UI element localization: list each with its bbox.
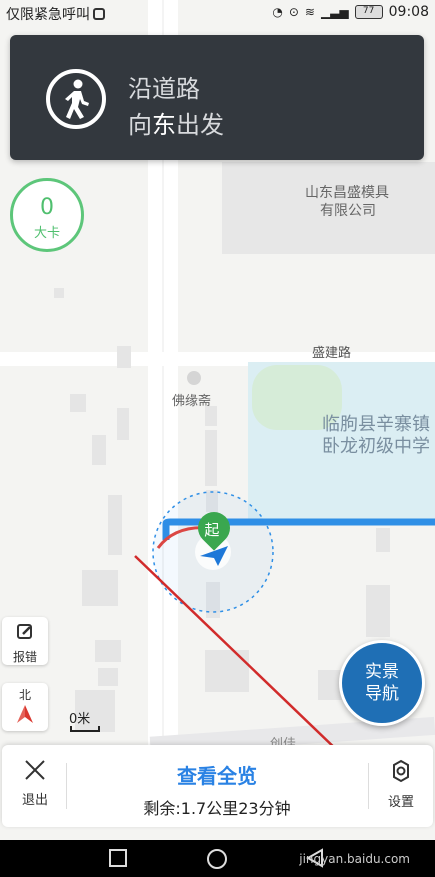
status-bar: 仅限紧急呼叫 ◔ ⊙ ≋ ▁▃▅ 77 09:08: [0, 0, 435, 26]
map-label-poi: 佛缘斋: [172, 394, 212, 409]
pedestrian-icon: [46, 69, 106, 129]
location-icon: ⊙: [288, 5, 299, 19]
overview-button[interactable]: 查看全览: [122, 760, 312, 789]
instruction-road: 沿道路: [128, 75, 200, 103]
location-pin-icon: [93, 8, 105, 20]
map-label-company-1: 山东昌盛模具: [305, 185, 389, 201]
settings-label: 设置: [387, 795, 414, 810]
close-icon: [25, 760, 45, 780]
calorie-value: 0: [40, 195, 54, 220]
exit-button[interactable]: 退出: [10, 759, 60, 808]
divider-right: [368, 763, 369, 809]
calorie-badge: 0 大卡: [10, 178, 84, 252]
compass-arrow-icon: [17, 705, 33, 723]
compass-button[interactable]: 北: [2, 683, 48, 731]
edit-icon: [17, 624, 32, 639]
carrier-text: 仅限紧急呼叫: [6, 7, 90, 23]
recents-icon[interactable]: [108, 848, 128, 868]
home-icon[interactable]: [206, 848, 228, 870]
watermark-text: jingyan.baidu.com: [299, 852, 410, 866]
gear-icon: [393, 759, 409, 783]
north-label: 北: [18, 688, 31, 702]
exit-label: 退出: [21, 793, 48, 808]
map-label-school-2: 卧龙初级中学: [322, 436, 430, 457]
ar-nav-line1: 实景: [365, 662, 399, 682]
ar-nav-line2: 导航: [365, 684, 399, 704]
wifi-icon: ≋: [304, 5, 315, 19]
status-time: 09:08: [388, 4, 429, 20]
start-marker-label: 起: [204, 520, 220, 539]
calorie-unit: 大卡: [33, 226, 60, 241]
divider-left: [66, 763, 67, 809]
navigation-instruction-card: 沿道路 向东出发: [10, 35, 424, 160]
ar-navigation-button[interactable]: 实景 导航: [339, 640, 425, 726]
map-label-company-2: 有限公司: [320, 203, 376, 219]
nfc-icon: ◔: [272, 5, 283, 19]
battery-icon: 77: [354, 5, 383, 19]
scale-label: 0米: [69, 712, 91, 727]
remaining-summary: 剩余:1.7公里23分钟: [143, 799, 291, 818]
settings-button[interactable]: 设置: [376, 759, 426, 810]
system-navigation-bar: jingyan.baidu.com: [0, 840, 435, 877]
signal-icon: ▁▃▅: [320, 5, 349, 19]
report-error-button[interactable]: 报错: [2, 617, 48, 665]
map-label-road: 盛建路: [312, 346, 352, 361]
bottom-panel: 退出 查看全览 剩余:1.7公里23分钟 设置: [2, 745, 433, 827]
direction-prefix: 向: [128, 111, 152, 139]
direction-highlight: 东: [152, 111, 176, 139]
scale-bar: [70, 726, 100, 732]
report-error-label: 报错: [12, 650, 37, 664]
direction-suffix: 出发: [176, 111, 224, 139]
instruction-direction: 向东出发: [128, 105, 224, 140]
